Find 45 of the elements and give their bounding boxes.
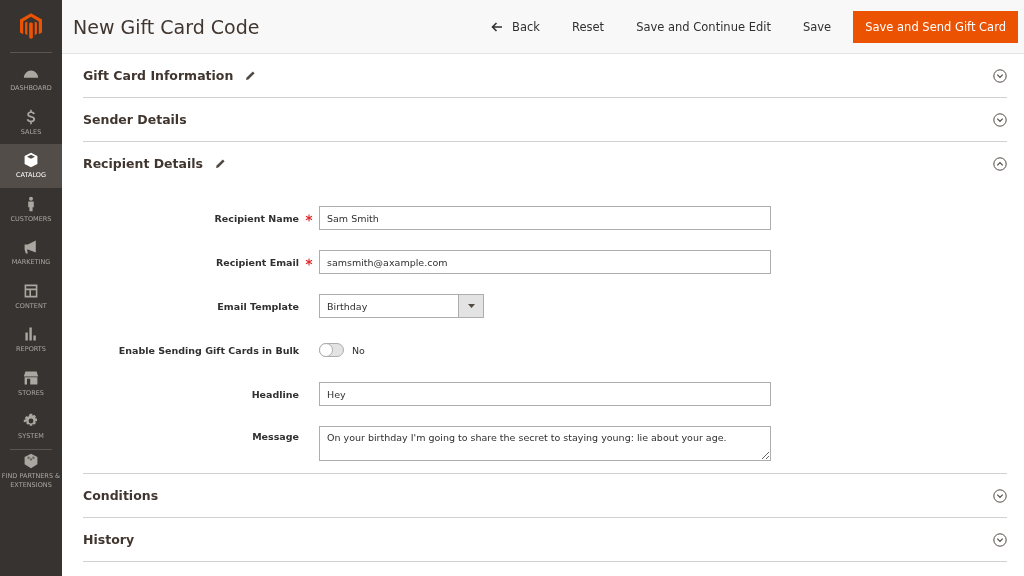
pencil-icon[interactable]: [245, 70, 257, 81]
page-title: New Gift Card Code: [73, 15, 260, 38]
section-title: Sender Details: [83, 112, 187, 127]
field-label: Recipient Email: [214, 256, 299, 268]
expand-icon[interactable]: [993, 488, 1007, 503]
layout-icon: [23, 282, 39, 299]
section-header[interactable]: Conditions: [83, 474, 1007, 517]
field-label: Email Template: [216, 300, 299, 312]
expand-icon[interactable]: [993, 112, 1007, 127]
field-label: Enable Sending Gift Cards in Bulk: [117, 344, 299, 356]
section-title: History: [83, 532, 135, 547]
pencil-icon[interactable]: [215, 158, 226, 169]
section-header[interactable]: Sender Details: [83, 98, 1007, 141]
logo-icon[interactable]: [20, 13, 42, 39]
dropdown[interactable]: Birthday: [319, 294, 484, 318]
arrow-left-icon: [491, 21, 504, 32]
storefront-icon: [23, 369, 39, 386]
field-label: Recipient Name: [213, 212, 299, 224]
field-label: Message: [251, 430, 299, 442]
section-title: Recipient Details: [83, 156, 203, 171]
bricks-icon: [23, 453, 39, 470]
back-button[interactable]: Back: [477, 10, 554, 43]
expand-icon[interactable]: [993, 532, 1007, 547]
box-icon: [23, 152, 39, 169]
section-header[interactable]: History: [83, 518, 1007, 561]
megaphone-icon: [23, 239, 39, 256]
section-title: Conditions: [83, 488, 159, 503]
bar-chart-icon: [23, 326, 39, 343]
collapse-icon[interactable]: [993, 156, 1007, 171]
field-label: Headline: [250, 388, 299, 400]
toggle-label: No: [352, 344, 365, 356]
toolbar-button[interactable]: Reset: [558, 10, 619, 43]
text-area[interactable]: On your birthday I'm going to share the secret to staying young: lie about your age.: [319, 426, 771, 461]
primary-button[interactable]: Save and Send Gift Card: [853, 10, 1018, 43]
section-header[interactable]: Recipient Details: [83, 142, 1007, 185]
input-field[interactable]: samsmith@axample.com: [319, 250, 771, 274]
toolbar-button[interactable]: Save: [788, 10, 846, 43]
input-field[interactable]: Sam Smith: [319, 206, 771, 230]
expand-icon[interactable]: [993, 68, 1007, 83]
caret-icon: [467, 304, 475, 308]
toggle-switch[interactable]: [319, 343, 344, 357]
section-title: Gift Card Information: [83, 68, 234, 83]
input-field[interactable]: Hey: [319, 382, 771, 406]
toolbar-button[interactable]: Save and Continue Edit: [622, 10, 785, 43]
section-header[interactable]: Gift Card Information: [83, 54, 1007, 97]
